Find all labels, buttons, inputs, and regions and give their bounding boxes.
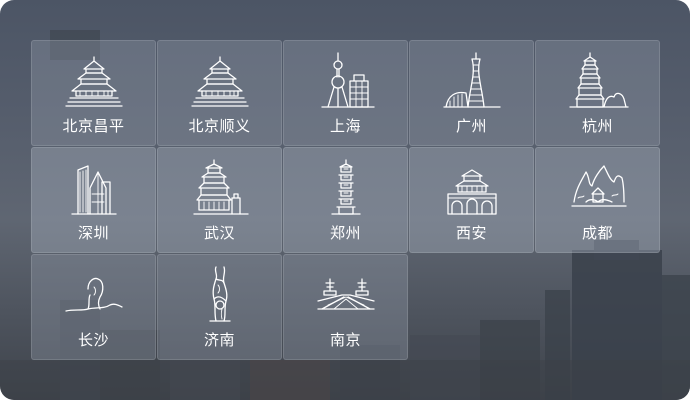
- city-tile-changsha[interactable]: 长沙: [31, 254, 156, 360]
- mao-statue-icon: [62, 265, 126, 325]
- erqi-tower-icon: [314, 158, 378, 218]
- city-label: 北京昌平: [62, 117, 125, 135]
- city-label: 郑州: [329, 224, 361, 242]
- city-tile-shenzhen[interactable]: 深圳: [31, 147, 156, 253]
- skyscrapers-icon: [62, 158, 126, 218]
- leifeng-pagoda-icon: [566, 51, 630, 111]
- city-grid: 北京昌平 北京顺义 上海 广州 杭州 深圳 武汉 郑州 西安 成都 长沙 济南 …: [31, 40, 660, 360]
- city-label: 南京: [329, 331, 361, 349]
- city-tile-nanjing[interactable]: 南京: [283, 254, 408, 360]
- city-label: 西安: [455, 224, 487, 242]
- city-gate-icon: [440, 158, 504, 218]
- city-tile-jinan[interactable]: 济南: [157, 254, 282, 360]
- mountain-pavilion-icon: [566, 158, 630, 218]
- city-tile-chengdu[interactable]: 成都: [535, 147, 660, 253]
- city-label: 杭州: [581, 117, 613, 135]
- city-tile-xian[interactable]: 西安: [409, 147, 534, 253]
- city-tile-shanghai[interactable]: 上海: [283, 40, 408, 146]
- city-label: 北京顺义: [188, 117, 251, 135]
- city-tile-guangzhou[interactable]: 广州: [409, 40, 534, 146]
- temple-of-heaven-icon: [188, 51, 252, 111]
- temple-of-heaven-icon: [62, 51, 126, 111]
- oriental-pearl-tower-icon: [314, 51, 378, 111]
- quancheng-monument-icon: [188, 265, 252, 325]
- city-label: 成都: [581, 224, 613, 242]
- city-tile-beijing-shunyi[interactable]: 北京顺义: [157, 40, 282, 146]
- city-tile-beijing-changping[interactable]: 北京昌平: [31, 40, 156, 146]
- city-tile-hangzhou[interactable]: 杭州: [535, 40, 660, 146]
- city-label: 长沙: [77, 331, 109, 349]
- yangtze-bridge-icon: [314, 265, 378, 325]
- city-label: 上海: [329, 117, 361, 135]
- city-label: 广州: [455, 117, 487, 135]
- city-label: 济南: [203, 331, 235, 349]
- city-label: 深圳: [77, 224, 109, 242]
- canton-tower-icon: [440, 51, 504, 111]
- city-tile-zhengzhou[interactable]: 郑州: [283, 147, 408, 253]
- yellow-crane-tower-icon: [188, 158, 252, 218]
- city-selector-panel: 北京昌平 北京顺义 上海 广州 杭州 深圳 武汉 郑州 西安 成都 长沙 济南 …: [0, 0, 690, 400]
- city-label: 武汉: [203, 224, 235, 242]
- city-tile-wuhan[interactable]: 武汉: [157, 147, 282, 253]
